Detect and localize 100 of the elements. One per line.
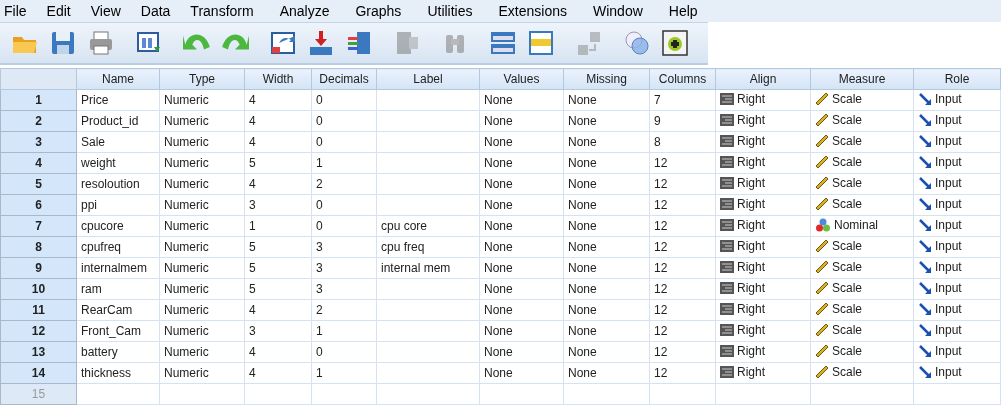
table-cell: Input	[935, 196, 962, 211]
table-cell: None	[568, 93, 597, 107]
table-cell: 0	[316, 198, 323, 212]
align-right-icon	[720, 303, 734, 315]
table-cell: Right	[737, 134, 765, 148]
redo-icon	[221, 34, 249, 52]
table-cell: resoloution	[81, 177, 140, 191]
table-cell: None	[484, 240, 513, 254]
table-cell: Input	[935, 133, 962, 148]
arrow-icon	[918, 175, 932, 190]
menu-item[interactable]: Graphs	[353, 3, 404, 19]
arrow-icon	[918, 217, 932, 232]
column-header[interactable]: Name	[76, 68, 160, 90]
row-number[interactable]: 3	[0, 131, 77, 153]
table-cell: Right	[737, 176, 765, 190]
row-number[interactable]: 7	[0, 215, 77, 237]
table-cell: Input	[935, 322, 962, 337]
table-cell: 3	[249, 324, 256, 338]
align-right-icon	[720, 198, 734, 210]
column-header[interactable]: Values	[479, 68, 564, 90]
row-number[interactable]: 2	[0, 110, 77, 132]
align-right-icon	[720, 156, 734, 168]
column-header[interactable]: Measure	[810, 68, 914, 90]
table-cell: 2	[316, 303, 323, 317]
table-cell: Numeric	[164, 240, 209, 254]
align-right-icon	[720, 345, 734, 357]
table-cell: cpufreq	[81, 240, 122, 254]
table-cell: Right	[737, 197, 765, 211]
table-cell: Input	[935, 301, 962, 316]
table-cell: Sale	[81, 135, 106, 149]
menu-item[interactable]: File	[2, 3, 29, 19]
table-cell: 3	[316, 282, 323, 296]
arrow-icon	[918, 91, 932, 106]
column-header[interactable]: Align	[715, 68, 811, 90]
table-cell: Numeric	[164, 282, 209, 296]
row-number[interactable]: 1	[0, 89, 77, 111]
table-cell: Right	[737, 218, 765, 232]
down-arrow-icon	[307, 29, 335, 57]
table-cell: 12	[654, 240, 668, 254]
table-cell: Input	[935, 154, 962, 169]
menu-item[interactable]: Edit	[44, 3, 73, 19]
menu-item[interactable]: Analyze	[277, 3, 332, 19]
table-cell: 12	[654, 303, 668, 317]
row-number[interactable]: 5	[0, 173, 77, 195]
table-cell: 4	[249, 177, 256, 191]
menu-item[interactable]: View	[88, 3, 123, 19]
row-number[interactable]: 10	[0, 278, 77, 300]
align-right-icon	[720, 261, 734, 273]
table-cell: Right	[737, 155, 765, 169]
table-cell: Numeric	[164, 303, 209, 317]
table-cell: 4	[249, 135, 256, 149]
plus-icon	[661, 29, 689, 57]
table-cell: Scale	[832, 154, 863, 169]
row-number[interactable]: 14	[0, 362, 77, 384]
table-cell: Right	[737, 113, 765, 127]
table-cell: Right	[737, 260, 765, 274]
table-cell: Numeric	[164, 261, 209, 275]
column-header[interactable]: Width	[244, 68, 312, 90]
column-header[interactable]: Columns	[649, 68, 716, 90]
align-right-icon	[720, 219, 734, 231]
table-cell: Input	[935, 343, 962, 358]
table-cell: Product_id	[81, 114, 139, 128]
circles-icon	[623, 29, 651, 57]
column-header[interactable]: Role	[913, 68, 1001, 90]
table-cell: Nominal	[834, 217, 878, 232]
table-cell: Scale	[832, 343, 863, 358]
table-cell: 1	[316, 156, 323, 170]
column-header[interactable]: Missing	[563, 68, 650, 90]
row-number[interactable]: 9	[0, 257, 77, 279]
column-header[interactable]: Type	[159, 68, 245, 90]
column-header[interactable]: Label	[376, 68, 480, 90]
table-cell: Input	[935, 259, 962, 274]
table-cell: Scale	[832, 91, 863, 106]
arrow-icon	[918, 343, 932, 358]
arrow-icon	[918, 112, 932, 127]
menu-item[interactable]: Help	[666, 3, 700, 19]
row-number[interactable]: 13	[0, 341, 77, 363]
row-number[interactable]: 4	[0, 152, 77, 174]
table-cell: Numeric	[164, 114, 209, 128]
menu-item[interactable]: Extensions	[496, 3, 569, 19]
row-number[interactable]: 11	[0, 299, 77, 321]
table-cell: None	[484, 366, 513, 380]
table-cell: Numeric	[164, 198, 209, 212]
table-cell: 0	[316, 135, 323, 149]
row-number[interactable]: 6	[0, 194, 77, 216]
menu-item[interactable]: Window	[591, 3, 645, 19]
table-cell: internalmem	[81, 261, 148, 275]
arrow-icon	[918, 154, 932, 169]
table-cell: 7	[654, 93, 661, 107]
menu-item[interactable]: Utilities	[425, 3, 475, 19]
row-number[interactable]: 8	[0, 236, 77, 258]
menu-item[interactable]: Data	[138, 3, 173, 19]
column-header[interactable]: Decimals	[311, 68, 377, 90]
printer-icon	[87, 29, 115, 57]
table-cell: 4	[249, 114, 256, 128]
table-cell: None	[568, 324, 597, 338]
row-number[interactable]: 12	[0, 320, 77, 342]
menu-item[interactable]: Transform	[188, 3, 256, 19]
table-cell: 0	[316, 345, 323, 359]
table-cell: Scale	[832, 301, 863, 316]
